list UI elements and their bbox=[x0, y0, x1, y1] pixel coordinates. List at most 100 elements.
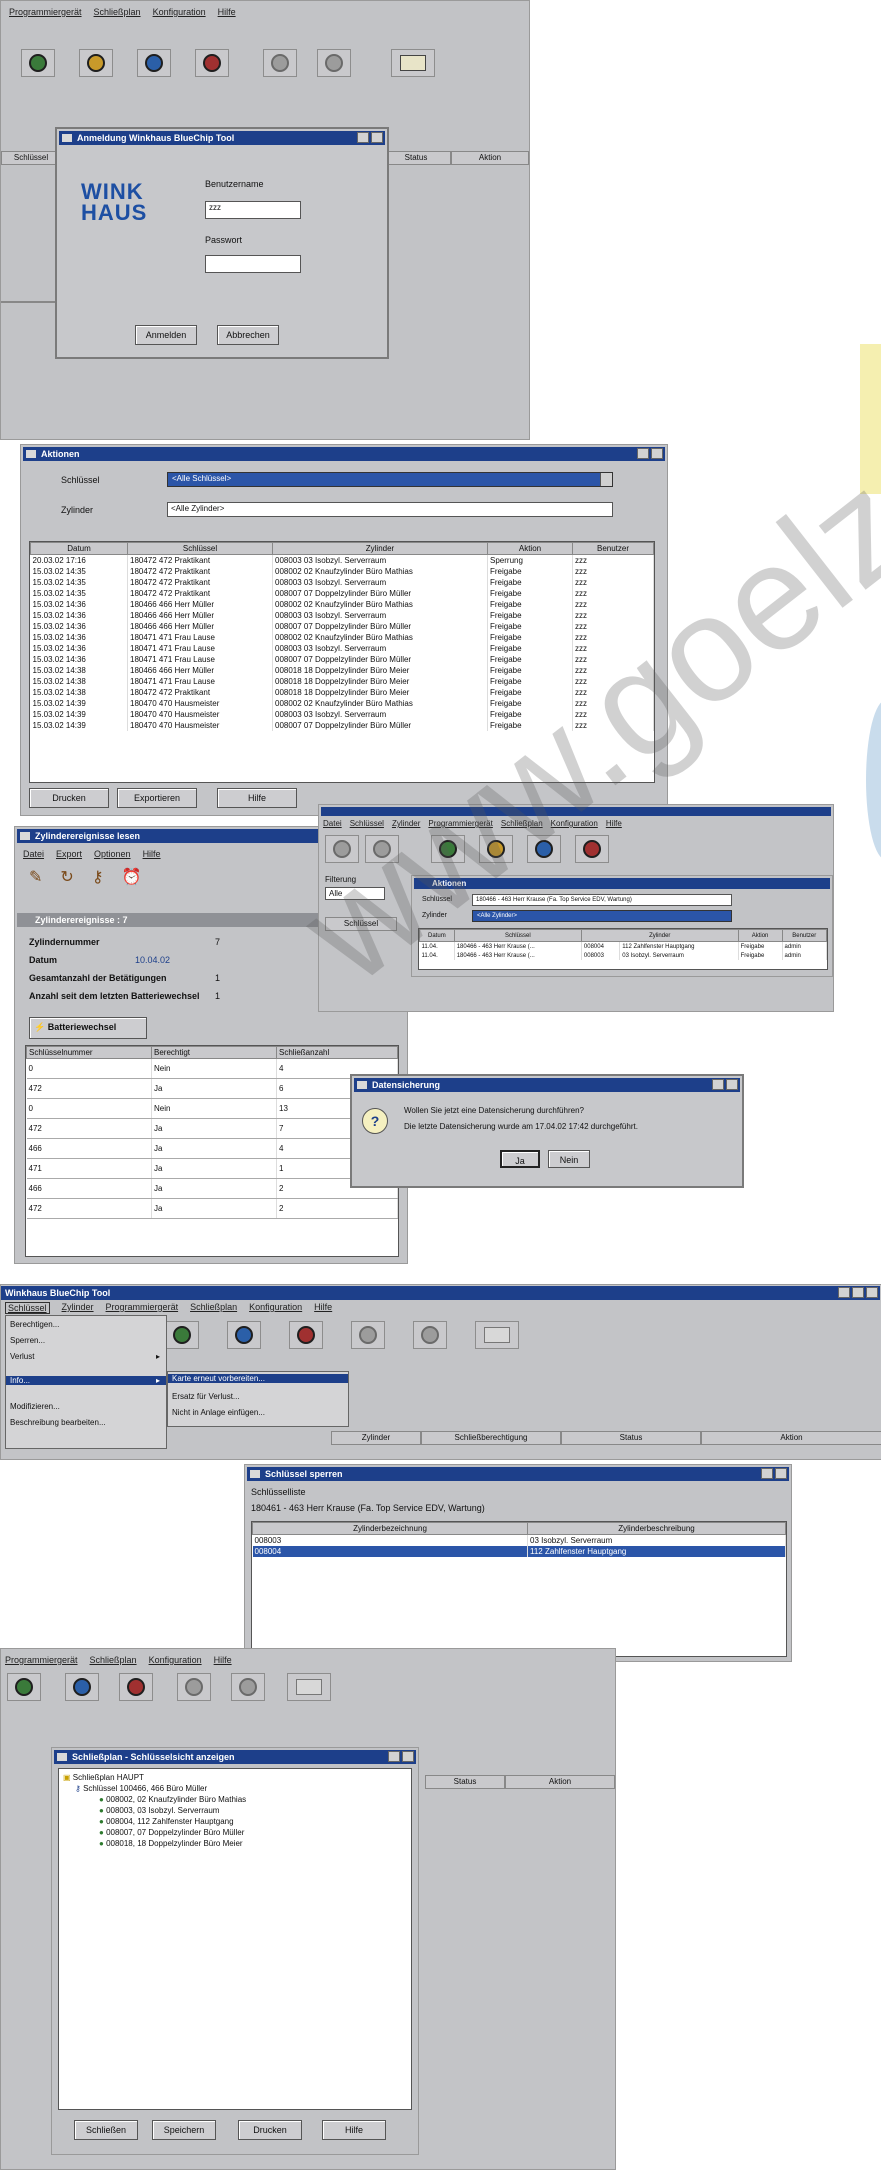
toolbar-key-blue-button[interactable] bbox=[527, 835, 561, 863]
menu-hilfe[interactable]: Hilfe bbox=[214, 1655, 232, 1665]
table-row[interactable]: 472 Ja 6 bbox=[26, 1078, 398, 1099]
menu-konfiguration[interactable]: Konfiguration bbox=[153, 7, 206, 17]
menu-zylinder[interactable]: Zylinder bbox=[392, 819, 420, 828]
table-row[interactable]: 471 Ja 1 bbox=[26, 1158, 398, 1179]
column-header-schliessberechtigung[interactable]: Schließberechtigung bbox=[421, 1431, 561, 1445]
toolbar-key-blue-button[interactable] bbox=[65, 1673, 99, 1701]
help-icon[interactable] bbox=[388, 1751, 400, 1762]
menu-konfiguration[interactable]: Konfiguration bbox=[551, 819, 598, 828]
toolbar-programmer2-button[interactable] bbox=[317, 49, 351, 77]
tree-cylinder-node[interactable]: ● 008018, 18 Doppelzylinder Büro Meier bbox=[99, 1839, 243, 1848]
table-row[interactable]: 15.03.02 14:38 180472 472 Praktikant 00801… bbox=[30, 687, 654, 698]
table-row[interactable]: 15.03.02 14:35 180472 472 Praktikant 00800… bbox=[30, 588, 654, 599]
table-row[interactable]: 0 Nein 4 bbox=[26, 1058, 398, 1079]
table-row[interactable]: 11.04. 180466 - 463 Herr Krause (... 00800… bbox=[419, 941, 827, 951]
column-header-schliessanzahl[interactable]: Schließanzahl bbox=[276, 1046, 398, 1059]
column-header-status[interactable]: Status bbox=[561, 1431, 701, 1445]
no-button[interactable]: Nein bbox=[548, 1150, 590, 1168]
menu-hilfe[interactable]: Hilfe bbox=[143, 849, 161, 859]
mini-cylinder-select[interactable]: <Alle Zylinder> bbox=[472, 910, 732, 922]
table-row[interactable]: 15.03.02 14:35 180472 472 Praktikant 00800… bbox=[30, 566, 654, 577]
tree-key-node[interactable]: ⚷ Schlüssel 100466, 466 Büro Müller bbox=[75, 1784, 207, 1793]
tree-cylinder-node[interactable]: ● 008002, 02 Knaufzylinder Büro Mathias bbox=[99, 1795, 246, 1804]
menu-hilfe[interactable]: Hilfe bbox=[314, 1302, 332, 1314]
toolbar-key-yellow-button[interactable] bbox=[79, 49, 113, 77]
column-header-schluessel[interactable]: Schlüssel bbox=[453, 929, 582, 942]
toolbar-key-green-button[interactable] bbox=[165, 1321, 199, 1349]
save-button[interactable]: Speichern bbox=[152, 2120, 216, 2140]
menu-datei[interactable]: Datei bbox=[323, 819, 342, 828]
tree-cylinder-node[interactable]: ● 008004, 112 Zahlfenster Hauptgang bbox=[99, 1817, 234, 1826]
menu-item-sperren[interactable]: Sperren... bbox=[10, 1336, 45, 1345]
close-icon[interactable] bbox=[775, 1468, 787, 1479]
print-button[interactable]: Drucken bbox=[238, 2120, 302, 2140]
menu-item-berechtigen[interactable]: Berechtigen... bbox=[10, 1320, 59, 1329]
column-header-schluesselnummer[interactable]: Schlüsselnummer bbox=[26, 1046, 152, 1059]
submenu-item-nicht-einfuegen[interactable]: Nicht in Anlage einfügen... bbox=[172, 1408, 265, 1417]
toolbar-key-yellow-button[interactable] bbox=[479, 835, 513, 863]
login-button[interactable]: Anmelden bbox=[135, 325, 197, 345]
tree-root[interactable]: ▣ Schließplan HAUPT bbox=[63, 1773, 144, 1782]
alarm-icon[interactable]: ⏰ bbox=[122, 869, 160, 886]
battery-change-button[interactable]: ⚡ Batteriewechsel bbox=[29, 1017, 147, 1039]
table-row[interactable]: 15.03.02 14:38 180471 471 Frau Lause 00801… bbox=[30, 676, 654, 687]
column-header-zylinderbezeichnung[interactable]: Zylinderbezeichnung bbox=[252, 1522, 528, 1535]
refresh-icon[interactable]: ↻ bbox=[60, 869, 91, 886]
tree-cylinder-node[interactable]: ● 008003, 03 Isobzyl. Serverraum bbox=[99, 1806, 219, 1815]
table-row[interactable]: 15.03.02 14:36 180466 466 Herr Müller 0080… bbox=[30, 610, 654, 621]
password-field[interactable] bbox=[205, 255, 301, 273]
menu-programmiergeraet[interactable]: Programmiergerät bbox=[428, 819, 492, 828]
toolbar-key-red-button[interactable] bbox=[575, 835, 609, 863]
toolbar-key-green-button[interactable] bbox=[431, 835, 465, 863]
column-header-berechtigt[interactable]: Berechtigt bbox=[151, 1046, 277, 1059]
column-header-aktion[interactable]: Aktion bbox=[737, 929, 783, 942]
column-header-zylinder[interactable]: Zylinder bbox=[580, 929, 739, 942]
help-button[interactable]: Hilfe bbox=[217, 788, 297, 808]
submenu-item-karte[interactable]: Karte erneut vorbereiten... bbox=[168, 1374, 348, 1383]
table-row[interactable]: 15.03.02 14:38 180466 466 Herr Müller 0080… bbox=[30, 665, 654, 676]
menu-datei[interactable]: Datei bbox=[23, 849, 44, 859]
toolbar-key-green-button[interactable] bbox=[7, 1673, 41, 1701]
read-icon[interactable]: ✎ bbox=[29, 869, 60, 886]
column-header-aktion[interactable]: Aktion bbox=[451, 151, 529, 165]
table-row[interactable]: 11.04. 180466 - 463 Herr Krause (... 00800… bbox=[419, 951, 827, 960]
column-header-zylinder[interactable]: Zylinder bbox=[331, 1431, 421, 1445]
menu-hilfe[interactable]: Hilfe bbox=[218, 7, 236, 17]
username-field[interactable]: zzz bbox=[205, 201, 301, 219]
yes-button[interactable]: Ja bbox=[500, 1150, 540, 1168]
table-row[interactable]: 008004 112 Zahlfenster Hauptgang bbox=[252, 1546, 786, 1557]
menu-item-modifizieren[interactable]: Modifizieren... bbox=[10, 1402, 60, 1411]
menu-programmiergeraet[interactable]: Programmiergerät bbox=[9, 7, 82, 17]
chevron-down-icon[interactable] bbox=[600, 473, 612, 486]
print-button[interactable]: Drucken bbox=[29, 788, 109, 808]
table-row[interactable]: 15.03.02 14:36 180471 471 Frau Lause 00800… bbox=[30, 643, 654, 654]
table-row[interactable]: 15.03.02 14:39 180470 470 Hausmeister 0080… bbox=[30, 709, 654, 720]
table-row[interactable]: 0 Nein 13 bbox=[26, 1098, 398, 1119]
toolbar-programmer2-button[interactable] bbox=[231, 1673, 265, 1701]
menu-schluessel[interactable]: Schlüssel bbox=[350, 819, 384, 828]
table-row[interactable]: 20.03.02 17:16 180472 472 Praktikant 00800… bbox=[30, 554, 654, 566]
table-row[interactable]: 472 Ja 2 bbox=[26, 1198, 398, 1219]
close-icon[interactable] bbox=[866, 1287, 878, 1298]
toolbar-key-green-button[interactable] bbox=[21, 49, 55, 77]
toolbar-programmer2-button[interactable] bbox=[365, 835, 399, 863]
toolbar-plan-button[interactable] bbox=[287, 1673, 331, 1701]
table-row[interactable]: 15.03.02 14:36 180466 466 Herr Müller 0080… bbox=[30, 621, 654, 632]
menu-item-info[interactable]: Info... bbox=[6, 1376, 166, 1385]
table-row[interactable]: 15.03.02 14:35 180472 472 Praktikant 00800… bbox=[30, 577, 654, 588]
column-header-schluessel[interactable]: Schlüssel bbox=[1, 151, 61, 165]
close-icon[interactable] bbox=[402, 1751, 414, 1762]
close-icon[interactable] bbox=[371, 132, 383, 143]
column-header-benutzer[interactable]: Benutzer bbox=[572, 542, 654, 555]
column-header-benutzer[interactable]: Benutzer bbox=[781, 929, 827, 942]
menu-item-beschreibung[interactable]: Beschreibung bearbeiten... bbox=[10, 1418, 106, 1427]
toolbar-programmer-button[interactable] bbox=[351, 1321, 385, 1349]
menu-hilfe[interactable]: Hilfe bbox=[606, 819, 622, 828]
menu-schliessplan[interactable]: Schließplan bbox=[501, 819, 543, 828]
menu-optionen[interactable]: Optionen bbox=[94, 849, 131, 859]
column-header-aktion[interactable]: Aktion bbox=[701, 1431, 881, 1445]
close-button[interactable]: Schließen bbox=[74, 2120, 138, 2140]
table-row[interactable]: 15.03.02 14:39 180470 470 Hausmeister 0080… bbox=[30, 720, 654, 731]
table-row[interactable]: 008003 03 Isobzyl. Serverraum bbox=[252, 1534, 786, 1546]
menu-schluessel[interactable]: Schlüssel bbox=[5, 1302, 50, 1314]
